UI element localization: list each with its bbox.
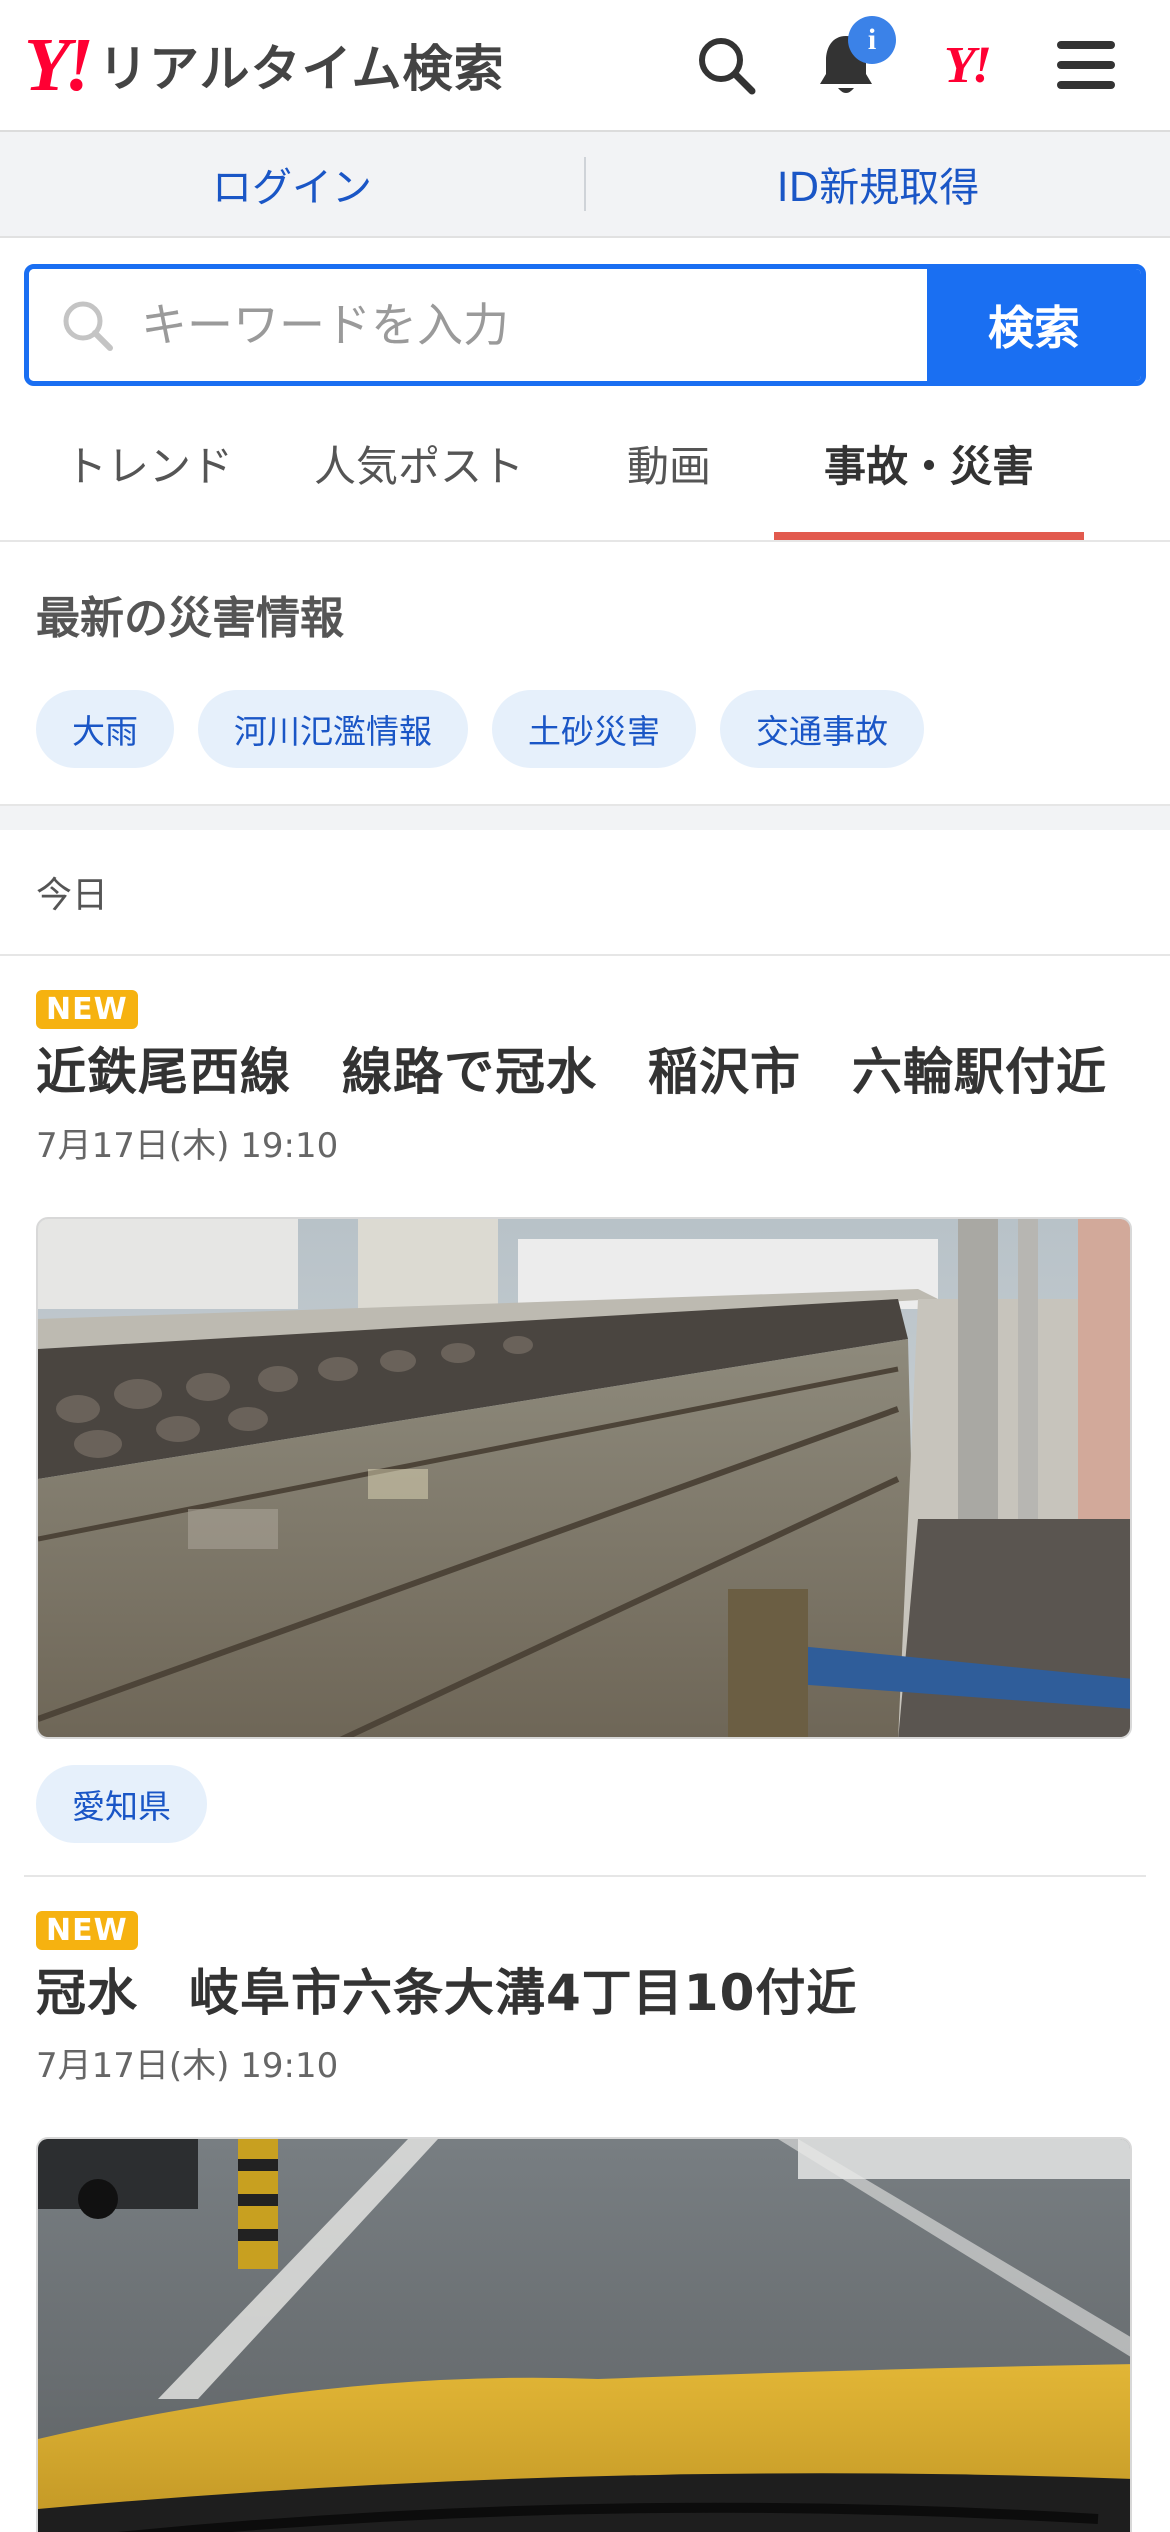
tab-video[interactable]: 動画	[564, 386, 774, 540]
news-item[interactable]: NEW 近鉄尾西線 線路で冠水 稲沢市 六輪駅付近 7月17日(木) 19:10	[0, 956, 1170, 1843]
search-icon[interactable]	[666, 0, 786, 130]
tab-accident-disaster[interactable]: 事故・災害	[774, 386, 1084, 540]
signup-link[interactable]: ID新規取得	[586, 155, 1170, 213]
news-timestamp: 7月17日(木) 19:10	[36, 1125, 339, 1166]
search-input[interactable]	[141, 298, 921, 352]
news-title[interactable]: 冠水 岐阜市六条大溝4丁目10付近	[36, 1962, 1134, 2025]
app-header: Y! リアルタイム検索 i Y!	[0, 0, 1170, 132]
chip-landslide[interactable]: 土砂災害	[492, 690, 696, 768]
day-heading: 今日	[0, 830, 1170, 956]
news-item[interactable]: NEW 冠水 岐阜市六条大溝4丁目10付近 7月17日(木) 19:10	[0, 1877, 1170, 2532]
category-tabs: トレンド 人気ポスト 動画 事故・災害	[0, 386, 1170, 542]
new-badge: NEW	[36, 990, 138, 1029]
search-field-icon	[63, 301, 113, 351]
news-photo[interactable]	[36, 1216, 1132, 1739]
tab-trend[interactable]: トレンド	[24, 386, 274, 540]
login-link[interactable]: ログイン	[0, 155, 584, 213]
chip-traffic-accident[interactable]: 交通事故	[720, 690, 924, 768]
yahoo-realtime-logo[interactable]: Y! リアルタイム検索	[24, 25, 505, 105]
yahoo-mark: Y!	[944, 36, 992, 94]
section-title: 最新の災害情報	[36, 593, 344, 644]
location-tag[interactable]: 愛知県	[36, 1764, 207, 1843]
yahoo-home-icon[interactable]: Y!	[906, 0, 1026, 130]
search-field	[29, 269, 927, 381]
search-button[interactable]: 検索	[927, 269, 1141, 381]
chip-heavy-rain[interactable]: 大雨	[36, 690, 174, 768]
logo-text: リアルタイム検索	[98, 40, 505, 98]
menu-icon[interactable]	[1026, 0, 1146, 130]
news-title[interactable]: 近鉄尾西線 線路で冠水 稲沢市 六輪駅付近	[36, 1041, 1134, 1104]
section-gap	[0, 806, 1170, 830]
news-timestamp: 7月17日(木) 19:10	[36, 2046, 339, 2086]
account-bar: ログイン ID新規取得	[0, 132, 1170, 238]
chip-river-flood[interactable]: 河川氾濫情報	[198, 690, 468, 768]
news-photo[interactable]	[36, 2137, 1132, 2532]
header-icons: i Y!	[666, 0, 1146, 130]
logo-mark: Y!	[24, 23, 94, 107]
disaster-chips: 大雨 河川氾濫情報 土砂災害 交通事故	[36, 690, 1134, 768]
tab-popular-posts[interactable]: 人気ポスト	[274, 386, 564, 540]
search-bar: 検索	[24, 264, 1146, 386]
notification-badge: i	[848, 16, 896, 64]
bell-icon[interactable]: i	[786, 0, 906, 130]
new-badge: NEW	[36, 1910, 138, 1950]
disaster-info-section: 最新の災害情報 大雨 河川氾濫情報 土砂災害 交通事故	[0, 542, 1170, 806]
